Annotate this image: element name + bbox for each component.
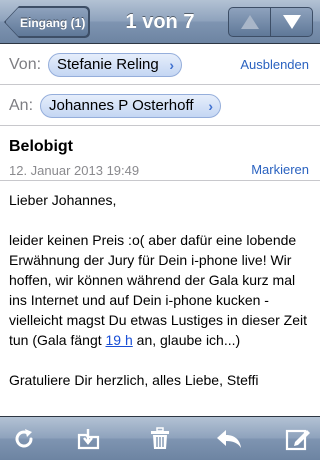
- from-label: Von:: [9, 56, 42, 73]
- message-navigation-control: [228, 7, 313, 37]
- hide-details-link[interactable]: Ausblenden: [240, 45, 309, 85]
- reply-button[interactable]: [207, 417, 251, 460]
- closing: Gratuliere Dir herzlich, alles Liebe, St…: [9, 372, 259, 388]
- sender-name: Stefanie Reling: [57, 56, 159, 73]
- move-to-folder-icon: [77, 429, 100, 450]
- arrow-down-icon: [282, 15, 301, 29]
- mark-link[interactable]: Markieren: [251, 162, 309, 177]
- compose-icon: [285, 429, 310, 451]
- from-row: Von: Stefanie Reling › Ausblenden: [0, 45, 320, 85]
- time-link[interactable]: 19 h: [106, 332, 133, 348]
- compose-button[interactable]: [276, 417, 320, 460]
- message-position-title: 1 von 7: [125, 11, 195, 33]
- chevron-right-icon: ›: [208, 98, 213, 114]
- arrow-up-icon: [240, 15, 259, 29]
- navigation-bar: Eingang (1) 1 von 7: [0, 0, 320, 44]
- message-date: 12. Januar 2013 19:49: [9, 163, 140, 178]
- sender-chip[interactable]: Stefanie Reling ›: [48, 53, 182, 77]
- body-text-end: an, glaube ich...): [132, 332, 241, 348]
- next-message-button[interactable]: [270, 8, 312, 36]
- body-paragraph: leider keinen Preis :o( aber dafür eine …: [9, 230, 313, 350]
- subject-block: Belobigt 12. Januar 2013 19:49 Markieren: [0, 127, 320, 181]
- message-subject: Belobigt: [9, 138, 73, 155]
- chevron-right-icon: ›: [169, 57, 174, 73]
- inbox-back-button[interactable]: Eingang (1): [5, 7, 89, 37]
- recipient-name: Johannes P Osterhoff: [49, 97, 194, 114]
- refresh-button[interactable]: [2, 417, 46, 460]
- refresh-icon: [15, 429, 33, 448]
- move-button[interactable]: [67, 417, 111, 460]
- previous-message-button[interactable]: [229, 8, 270, 36]
- delete-button[interactable]: [138, 417, 182, 460]
- to-row: An: Johannes P Osterhoff ›: [0, 86, 320, 126]
- greeting: Lieber Johannes,: [9, 192, 117, 208]
- bottom-toolbar: [0, 416, 320, 460]
- recipient-chip[interactable]: Johannes P Osterhoff ›: [40, 94, 221, 118]
- reply-icon: [217, 430, 241, 448]
- to-label: An:: [9, 97, 34, 114]
- trash-icon: [151, 427, 169, 449]
- message-body: Lieber Johannes, leider keinen Preis :o(…: [9, 190, 313, 410]
- body-text-start: leider keinen Preis :o( aber dafür eine …: [9, 232, 308, 348]
